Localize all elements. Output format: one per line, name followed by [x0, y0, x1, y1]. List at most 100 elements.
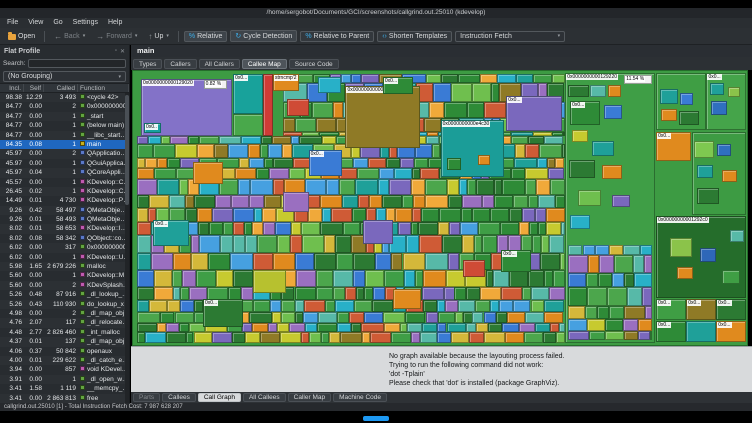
treemap-cell[interactable]	[238, 158, 249, 169]
treemap-cell[interactable]	[507, 312, 525, 324]
treemap-cell[interactable]	[295, 118, 316, 133]
treemap-cell[interactable]	[318, 312, 338, 324]
treemap-cell[interactable]	[260, 135, 272, 145]
menu-settings[interactable]: Settings	[73, 18, 98, 28]
treemap-cell[interactable]	[165, 332, 186, 343]
treemap-cell[interactable]	[614, 254, 634, 273]
treemap-cell[interactable]	[551, 74, 566, 84]
table-row[interactable]: 4.37 0.01 137 _dl_map_obj…	[0, 337, 129, 347]
treemap-cell[interactable]	[381, 194, 402, 209]
treemap-cell[interactable]	[336, 252, 353, 271]
treemap-cell[interactable]	[425, 194, 449, 209]
treemap-cell[interactable]	[301, 235, 325, 253]
table-row[interactable]: 5.98 1.65 2 679 226 malloc	[0, 262, 129, 272]
treemap-cell[interactable]	[268, 144, 282, 159]
treemap-cell[interactable]	[137, 208, 148, 222]
treemap-cell[interactable]	[178, 178, 189, 195]
treemap-cell[interactable]	[390, 252, 403, 271]
treemap-cell[interactable]	[281, 300, 296, 313]
treemap-cell[interactable]	[543, 300, 564, 313]
treemap-cell[interactable]	[268, 168, 289, 179]
treemap-cell[interactable]	[512, 194, 528, 209]
tab-parts[interactable]: Parts	[133, 393, 161, 402]
treemap-cell[interactable]	[686, 321, 716, 342]
table-row[interactable]: 5.60 0.00 1 KDevelop::M…	[0, 271, 129, 280]
treemap-cell[interactable]	[446, 158, 461, 171]
treemap-cell[interactable]	[501, 178, 525, 195]
treemap-cell[interactable]	[335, 300, 354, 313]
treemap-cell[interactable]	[398, 221, 411, 236]
treemap-cell[interactable]	[257, 235, 278, 253]
treemap-cell[interactable]	[471, 208, 491, 222]
treemap-cell[interactable]	[137, 194, 149, 209]
treemap-cell[interactable]	[598, 254, 615, 273]
treemap-cell[interactable]	[301, 332, 310, 343]
treemap-cell[interactable]	[596, 305, 610, 319]
treemap-cell[interactable]	[586, 318, 606, 331]
treemap-cell[interactable]	[363, 312, 383, 324]
table-row[interactable]: 4.00 0.01 229 622 _dl_catch_e…	[0, 355, 129, 366]
treemap-cell[interactable]	[248, 158, 265, 169]
treemap-cell[interactable]	[299, 135, 322, 145]
treemap-cell[interactable]: 0x0...	[233, 74, 264, 114]
treemap-cell[interactable]	[311, 101, 334, 119]
treemap-cell[interactable]	[457, 300, 475, 313]
treemap-cell[interactable]	[137, 178, 157, 195]
treemap-cell[interactable]	[352, 158, 368, 169]
treemap-cell[interactable]	[450, 83, 473, 102]
treemap-cell[interactable]	[405, 312, 426, 324]
treemap-cell[interactable]	[568, 272, 586, 287]
search-input[interactable]	[28, 59, 126, 68]
treemap-cell[interactable]	[263, 221, 275, 236]
table-header[interactable]: Incl. Self Called Function	[0, 83, 129, 93]
table-row[interactable]: 26.45 0.02 1 KDevelop::C…	[0, 186, 129, 197]
treemap-cell[interactable]	[399, 158, 415, 169]
treemap-cell[interactable]	[148, 300, 168, 313]
treemap-cell[interactable]	[511, 135, 529, 145]
treemap-cell[interactable]	[501, 323, 520, 333]
treemap-cell[interactable]	[604, 330, 624, 341]
treemap-cell[interactable]	[333, 287, 346, 301]
treemap-cell[interactable]	[609, 305, 625, 319]
table-row[interactable]: 84.77 0.00 1 (below main)	[0, 121, 129, 130]
tab-call-graph[interactable]: Call Graph	[197, 393, 241, 402]
treemap-cell[interactable]	[215, 270, 234, 288]
treemap-cell[interactable]	[552, 270, 565, 288]
treemap-cell[interactable]	[411, 178, 425, 195]
treemap-cell[interactable]	[194, 300, 204, 313]
treemap-cell[interactable]	[279, 332, 302, 343]
treemap-cell[interactable]	[661, 108, 677, 121]
treemap-cell[interactable]	[354, 178, 378, 195]
treemap-cell[interactable]	[389, 178, 412, 195]
treemap-cell[interactable]	[304, 323, 317, 333]
treemap-cell[interactable]	[294, 312, 304, 324]
treemap-cell[interactable]	[379, 168, 395, 179]
treemap-cell[interactable]	[497, 74, 516, 84]
treemap-cell[interactable]	[436, 323, 447, 333]
treemap-cell[interactable]	[320, 194, 343, 209]
treemap-cell[interactable]	[377, 178, 390, 195]
treemap-cell[interactable]	[587, 254, 599, 273]
treemap-cell[interactable]	[211, 332, 232, 343]
treemap-cell[interactable]	[193, 162, 224, 185]
treemap-cell[interactable]	[423, 300, 437, 313]
treemap-cell[interactable]	[196, 144, 215, 159]
treemap-cell[interactable]	[271, 312, 282, 324]
treemap-cell[interactable]	[154, 287, 173, 301]
treemap-cell[interactable]	[357, 168, 380, 179]
treemap-cell[interactable]: 0.82 %	[203, 80, 227, 90]
treemap-cell[interactable]	[546, 158, 555, 169]
treemap-cell[interactable]	[230, 194, 249, 209]
treemap-cell[interactable]	[421, 287, 445, 301]
treemap-cell[interactable]	[559, 252, 565, 271]
table-row[interactable]: 5.26 0.43 110 930 do_lookup_x	[0, 299, 129, 309]
treemap-cell[interactable]	[233, 270, 254, 288]
treemap-cell[interactable]	[169, 135, 189, 145]
treemap-cell[interactable]	[174, 144, 197, 159]
treemap-cell[interactable]	[637, 318, 653, 331]
treemap-cell[interactable]	[156, 158, 168, 169]
treemap-cell[interactable]	[680, 92, 693, 105]
treemap-cell[interactable]	[633, 272, 653, 287]
treemap-cell[interactable]	[296, 270, 317, 288]
col-function[interactable]: Function	[78, 84, 129, 92]
